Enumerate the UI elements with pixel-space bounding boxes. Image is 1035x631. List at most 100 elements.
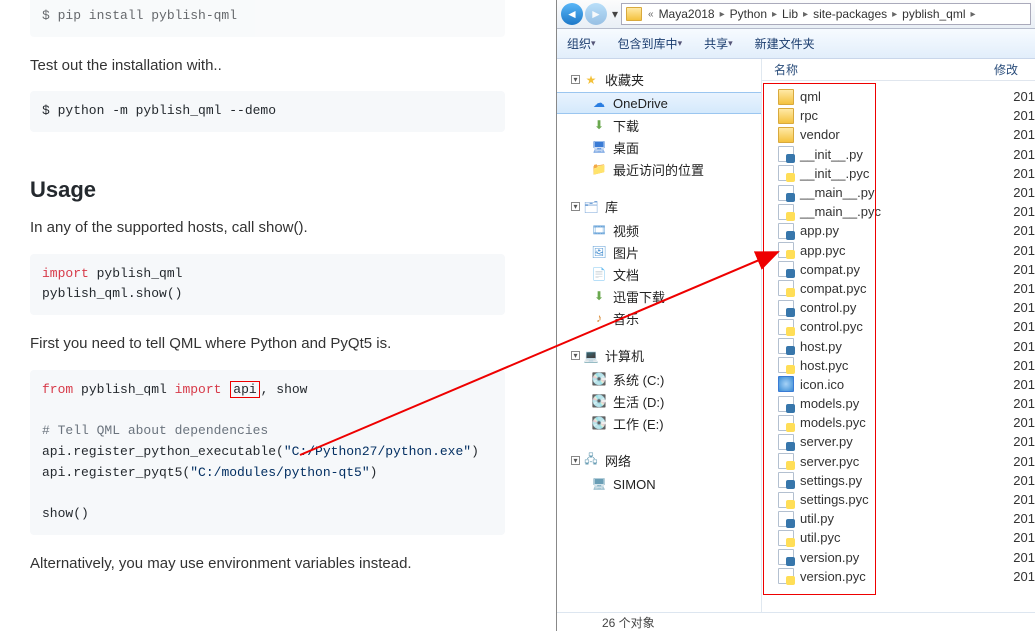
toolbar-organize[interactable]: 组织 <box>567 35 596 52</box>
file-row[interactable]: __main__.py201 <box>772 183 1035 202</box>
file-row[interactable]: server.py 201 <box>772 432 1035 451</box>
file-row[interactable]: version.py201 <box>772 548 1035 567</box>
file-row[interactable]: vendor201 <box>772 125 1035 144</box>
file-name: host.py <box>800 339 842 354</box>
nav-back-button[interactable]: ◄ <box>561 3 583 25</box>
file-row[interactable]: models.pyc201 <box>772 413 1035 432</box>
file-row[interactable]: version.pyc201 <box>772 567 1035 586</box>
file-row[interactable]: __init__.pyc201 <box>772 164 1035 183</box>
file-date: 201 <box>1013 358 1035 373</box>
explorer-nav-bar: ◄ ► ▾ « Maya2018▸ Python▸ Lib▸ site-pack… <box>557 0 1035 29</box>
nav-favorites[interactable]: ★收藏夹 <box>557 67 761 92</box>
pyc-file-icon <box>778 453 794 469</box>
file-row[interactable]: control.pyc201 <box>772 317 1035 336</box>
nav-thunder[interactable]: ⬇迅雷下载 <box>557 285 761 307</box>
file-list[interactable]: qml201rpc201vendor201__init__.py201__ini… <box>762 81 1035 612</box>
file-row[interactable]: util.py201 <box>772 509 1035 528</box>
toolbar-include[interactable]: 包含到库中 <box>618 35 683 52</box>
library-icon: 🗂 <box>583 199 599 215</box>
py-file-icon <box>778 472 794 488</box>
file-name: models.py <box>800 396 859 411</box>
crumb[interactable]: Python <box>727 7 770 21</box>
star-icon: ★ <box>583 72 599 88</box>
py-file-icon <box>778 185 794 201</box>
file-date: 201 <box>1013 434 1035 449</box>
col-name[interactable]: 名称 <box>774 61 994 78</box>
col-modified[interactable]: 修改 <box>994 61 1018 78</box>
file-row[interactable]: rpc 201 <box>772 106 1035 125</box>
nav-recent[interactable]: 📁最近访问的位置 <box>557 158 761 180</box>
nav-downloads[interactable]: ⬇下载 <box>557 114 761 136</box>
nav-forward-button[interactable]: ► <box>585 3 607 25</box>
file-row[interactable]: __main__.pyc201 <box>772 202 1035 221</box>
file-row[interactable]: compat.pyc201 <box>772 279 1035 298</box>
nav-computer[interactable]: 💻计算机 <box>557 343 761 368</box>
nav-drive-d[interactable]: 💽生活 (D:) <box>557 390 761 412</box>
crumb[interactable]: Lib <box>779 7 801 21</box>
file-row[interactable]: models.py 201 <box>772 394 1035 413</box>
chevron-down-icon[interactable] <box>571 456 580 465</box>
file-name: server.py <box>800 434 853 449</box>
file-pane: 名称 修改 qml201rpc201vendor201__init__.py20… <box>762 59 1035 612</box>
crumb[interactable]: pyblish_qml <box>899 7 968 21</box>
chevron-down-icon[interactable] <box>571 351 580 360</box>
nav-documents[interactable]: 📄文档 <box>557 263 761 285</box>
file-name: app.pyc <box>800 243 846 258</box>
py-file-icon <box>778 549 794 565</box>
folder-icon <box>778 108 794 124</box>
toolbar-share[interactable]: 共享 <box>704 35 733 52</box>
nav-history-dropdown[interactable]: ▾ <box>609 7 621 21</box>
file-name: models.pyc <box>800 415 866 430</box>
chevron-down-icon[interactable] <box>571 75 580 84</box>
thunder-icon: ⬇ <box>591 288 607 304</box>
file-row[interactable]: app.py201 <box>772 221 1035 240</box>
file-row[interactable]: util.pyc201 <box>772 528 1035 547</box>
toolbar-new-folder[interactable]: 新建文件夹 <box>755 35 815 52</box>
download-icon: ⬇ <box>591 117 607 133</box>
file-name: compat.pyc <box>800 281 866 296</box>
file-row[interactable]: host.pyc201 <box>772 356 1035 375</box>
column-headers[interactable]: 名称 修改 <box>762 59 1035 81</box>
crumb[interactable]: site-packages <box>810 7 890 21</box>
file-date: 201 <box>1013 204 1035 219</box>
file-name: control.pyc <box>800 319 863 334</box>
nav-drive-c[interactable]: 💽系统 (C:) <box>557 368 761 390</box>
file-date: 201 <box>1013 243 1035 258</box>
file-date: 201 <box>1013 396 1035 411</box>
code-block-install: $ pip install pyblish-qml <box>30 0 505 37</box>
file-name: __init__.py <box>800 147 863 162</box>
file-row[interactable]: settings.pyc201 <box>772 490 1035 509</box>
crumb[interactable]: Maya2018 <box>656 7 718 21</box>
nav-drive-e[interactable]: 💽工作 (E:) <box>557 412 761 434</box>
file-row[interactable]: __init__.py201 <box>772 145 1035 164</box>
nav-pictures[interactable]: 🖼图片 <box>557 241 761 263</box>
breadcrumb[interactable]: « Maya2018▸ Python▸ Lib▸ site-packages▸ … <box>621 3 1031 25</box>
chevron-down-icon[interactable] <box>571 202 580 211</box>
file-name: settings.pyc <box>800 492 869 507</box>
nav-simon[interactable]: 🖥SIMON <box>557 473 761 495</box>
file-date: 201 <box>1013 262 1035 277</box>
nav-videos[interactable]: 🎞视频 <box>557 219 761 241</box>
file-name: qml <box>800 89 821 104</box>
file-row[interactable]: icon.ico201 <box>772 375 1035 394</box>
file-date: 201 <box>1013 108 1035 123</box>
file-row[interactable]: control.py201 <box>772 298 1035 317</box>
folder-icon <box>778 89 794 105</box>
file-row[interactable]: compat.py201 <box>772 260 1035 279</box>
nav-desktop[interactable]: 🖥桌面 <box>557 136 761 158</box>
file-row[interactable]: app.pyc 201 <box>772 241 1035 260</box>
explorer-window: ◄ ► ▾ « Maya2018▸ Python▸ Lib▸ site-pack… <box>556 0 1035 631</box>
file-row[interactable]: server.pyc201 <box>772 452 1035 471</box>
file-date: 201 <box>1013 166 1035 181</box>
nav-onedrive[interactable]: ☁OneDrive <box>557 92 761 114</box>
folder-icon <box>626 7 642 21</box>
nav-music[interactable]: ♪音乐 <box>557 307 761 329</box>
file-row[interactable]: qml201 <box>772 87 1035 106</box>
nav-libraries[interactable]: 🗂库 <box>557 194 761 219</box>
file-name: rpc <box>800 108 818 123</box>
pyc-file-icon <box>778 568 794 584</box>
file-row[interactable]: settings.py201 <box>772 471 1035 490</box>
video-icon: 🎞 <box>591 222 607 238</box>
file-row[interactable]: host.py201 <box>772 336 1035 355</box>
nav-network[interactable]: 🖧网络 <box>557 448 761 473</box>
